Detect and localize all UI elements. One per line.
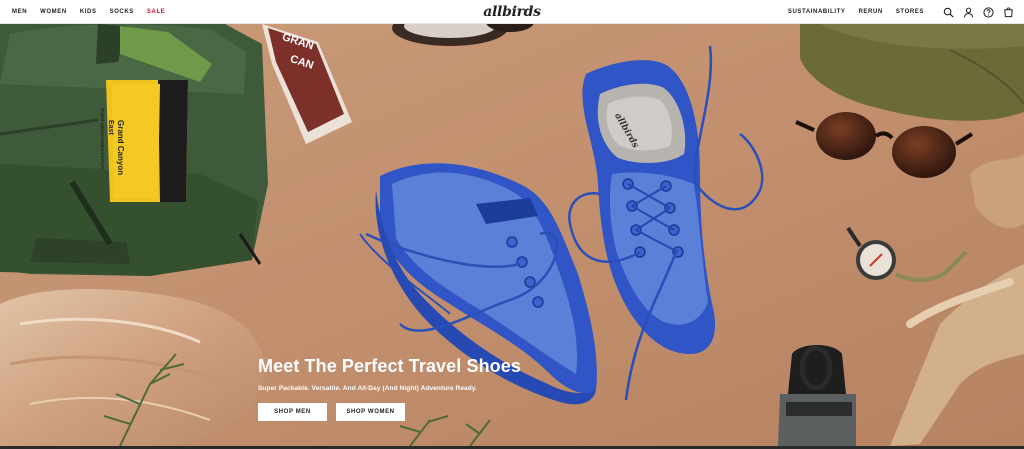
shop-men-button[interactable]: SHOP MEN bbox=[258, 403, 327, 421]
nav-stores[interactable]: STORES bbox=[896, 9, 924, 15]
nav-men[interactable]: MEN bbox=[12, 9, 27, 15]
nav-socks[interactable]: SOCKS bbox=[110, 9, 134, 15]
cart-icon[interactable] bbox=[1002, 6, 1014, 18]
book-caption: Grand Canyon National Park bbox=[100, 108, 105, 170]
account-icon[interactable] bbox=[962, 6, 974, 18]
header-icons bbox=[942, 0, 1014, 24]
nav-sustainability[interactable]: SUSTAINABILITY bbox=[788, 9, 846, 15]
hero-banner: Grand Canyon East Grand Canyon National … bbox=[0, 24, 1024, 446]
hero-subtitle: Super Packable. Versatile. And All-Day (… bbox=[258, 385, 477, 392]
nav-rerun[interactable]: RERUN bbox=[858, 9, 882, 15]
book-title: Grand Canyon bbox=[116, 120, 125, 176]
hero-title: Meet The Perfect Travel Shoes bbox=[258, 356, 522, 376]
primary-nav: MEN WOMEN KIDS SOCKS SALE bbox=[12, 0, 165, 24]
hero-image bbox=[0, 24, 1024, 446]
nav-women[interactable]: WOMEN bbox=[40, 9, 67, 15]
shop-women-button[interactable]: SHOP WOMEN bbox=[336, 403, 405, 421]
search-icon[interactable] bbox=[942, 6, 954, 18]
secondary-nav: SUSTAINABILITY RERUN STORES bbox=[788, 0, 924, 24]
brand-logo[interactable]: allbirds bbox=[474, 3, 550, 21]
book-subtitle: East bbox=[107, 120, 114, 135]
nav-sale[interactable]: SALE bbox=[147, 9, 165, 15]
nav-kids[interactable]: KIDS bbox=[80, 9, 97, 15]
help-icon[interactable] bbox=[982, 6, 994, 18]
site-header: MEN WOMEN KIDS SOCKS SALE allbirds SUSTA… bbox=[0, 0, 1024, 24]
